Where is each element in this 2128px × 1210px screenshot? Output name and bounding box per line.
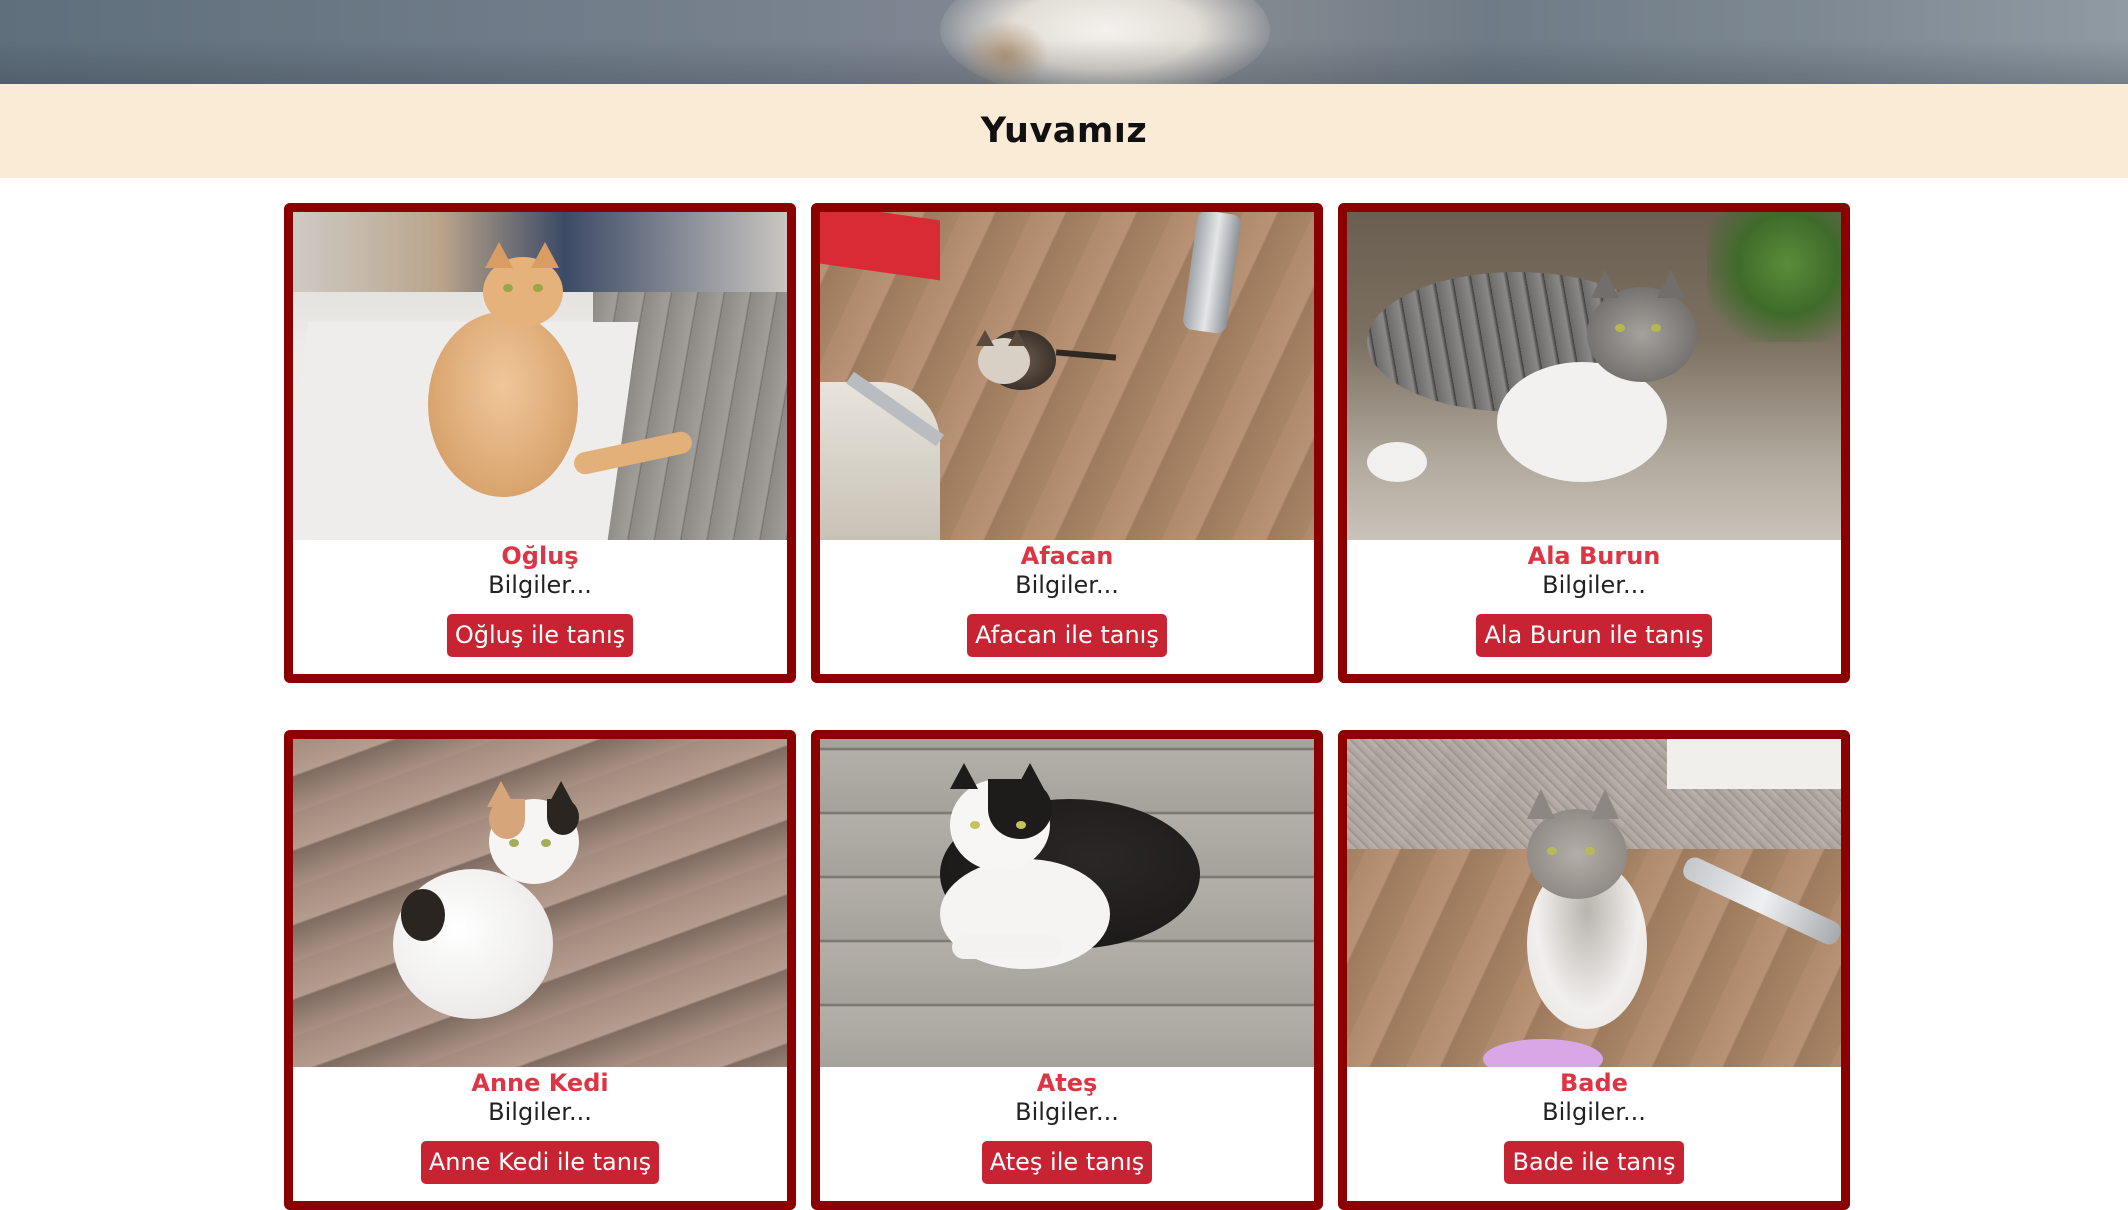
cat-card: Ateş Bilgiler... Ateş ile tanış [811,730,1323,1210]
meet-cat-button[interactable]: Anne Kedi ile tanış [420,1141,660,1184]
cat-name: Ala Burun [1527,542,1661,570]
meet-cat-button[interactable]: Ateş ile tanış [981,1141,1153,1184]
cat-photo [820,212,1314,540]
cat-info: Bilgiler... [488,571,592,599]
hero-banner-image [0,0,2128,84]
cat-info: Bilgiler... [1015,571,1119,599]
cat-photo [1347,212,1841,540]
cat-info: Bilgiler... [1542,571,1646,599]
section-header: Yuvamız [0,84,2128,178]
meet-cat-button[interactable]: Bade ile tanış [1504,1141,1684,1184]
cat-photo [1347,739,1841,1067]
cat-photo [293,739,787,1067]
cat-card: Ala Burun Bilgiler... Ala Burun ile tanı… [1338,203,1850,683]
meet-cat-button[interactable]: Afacan ile tanış [967,614,1167,657]
cat-info: Bilgiler... [1015,1098,1119,1126]
cat-card: Anne Kedi Bilgiler... Anne Kedi ile tanı… [284,730,796,1210]
cat-name: Afacan [1020,542,1114,570]
cat-photo [293,212,787,540]
section-title: Yuvamız [980,111,1148,151]
cat-name: Oğluş [501,542,579,570]
cat-name: Ateş [1036,1069,1098,1097]
meet-cat-button[interactable]: Ala Burun ile tanış [1476,614,1712,657]
cat-name: Anne Kedi [471,1069,609,1097]
cat-info: Bilgiler... [1542,1098,1646,1126]
cat-photo [820,739,1314,1067]
cat-name: Bade [1560,1069,1628,1097]
cat-card: Bade Bilgiler... Bade ile tanış [1338,730,1850,1210]
cat-info: Bilgiler... [488,1098,592,1126]
cat-card: Oğluş Bilgiler... Oğluş ile tanış [284,203,796,683]
meet-cat-button[interactable]: Oğluş ile tanış [446,614,634,657]
cat-card: Afacan Bilgiler... Afacan ile tanış [811,203,1323,683]
